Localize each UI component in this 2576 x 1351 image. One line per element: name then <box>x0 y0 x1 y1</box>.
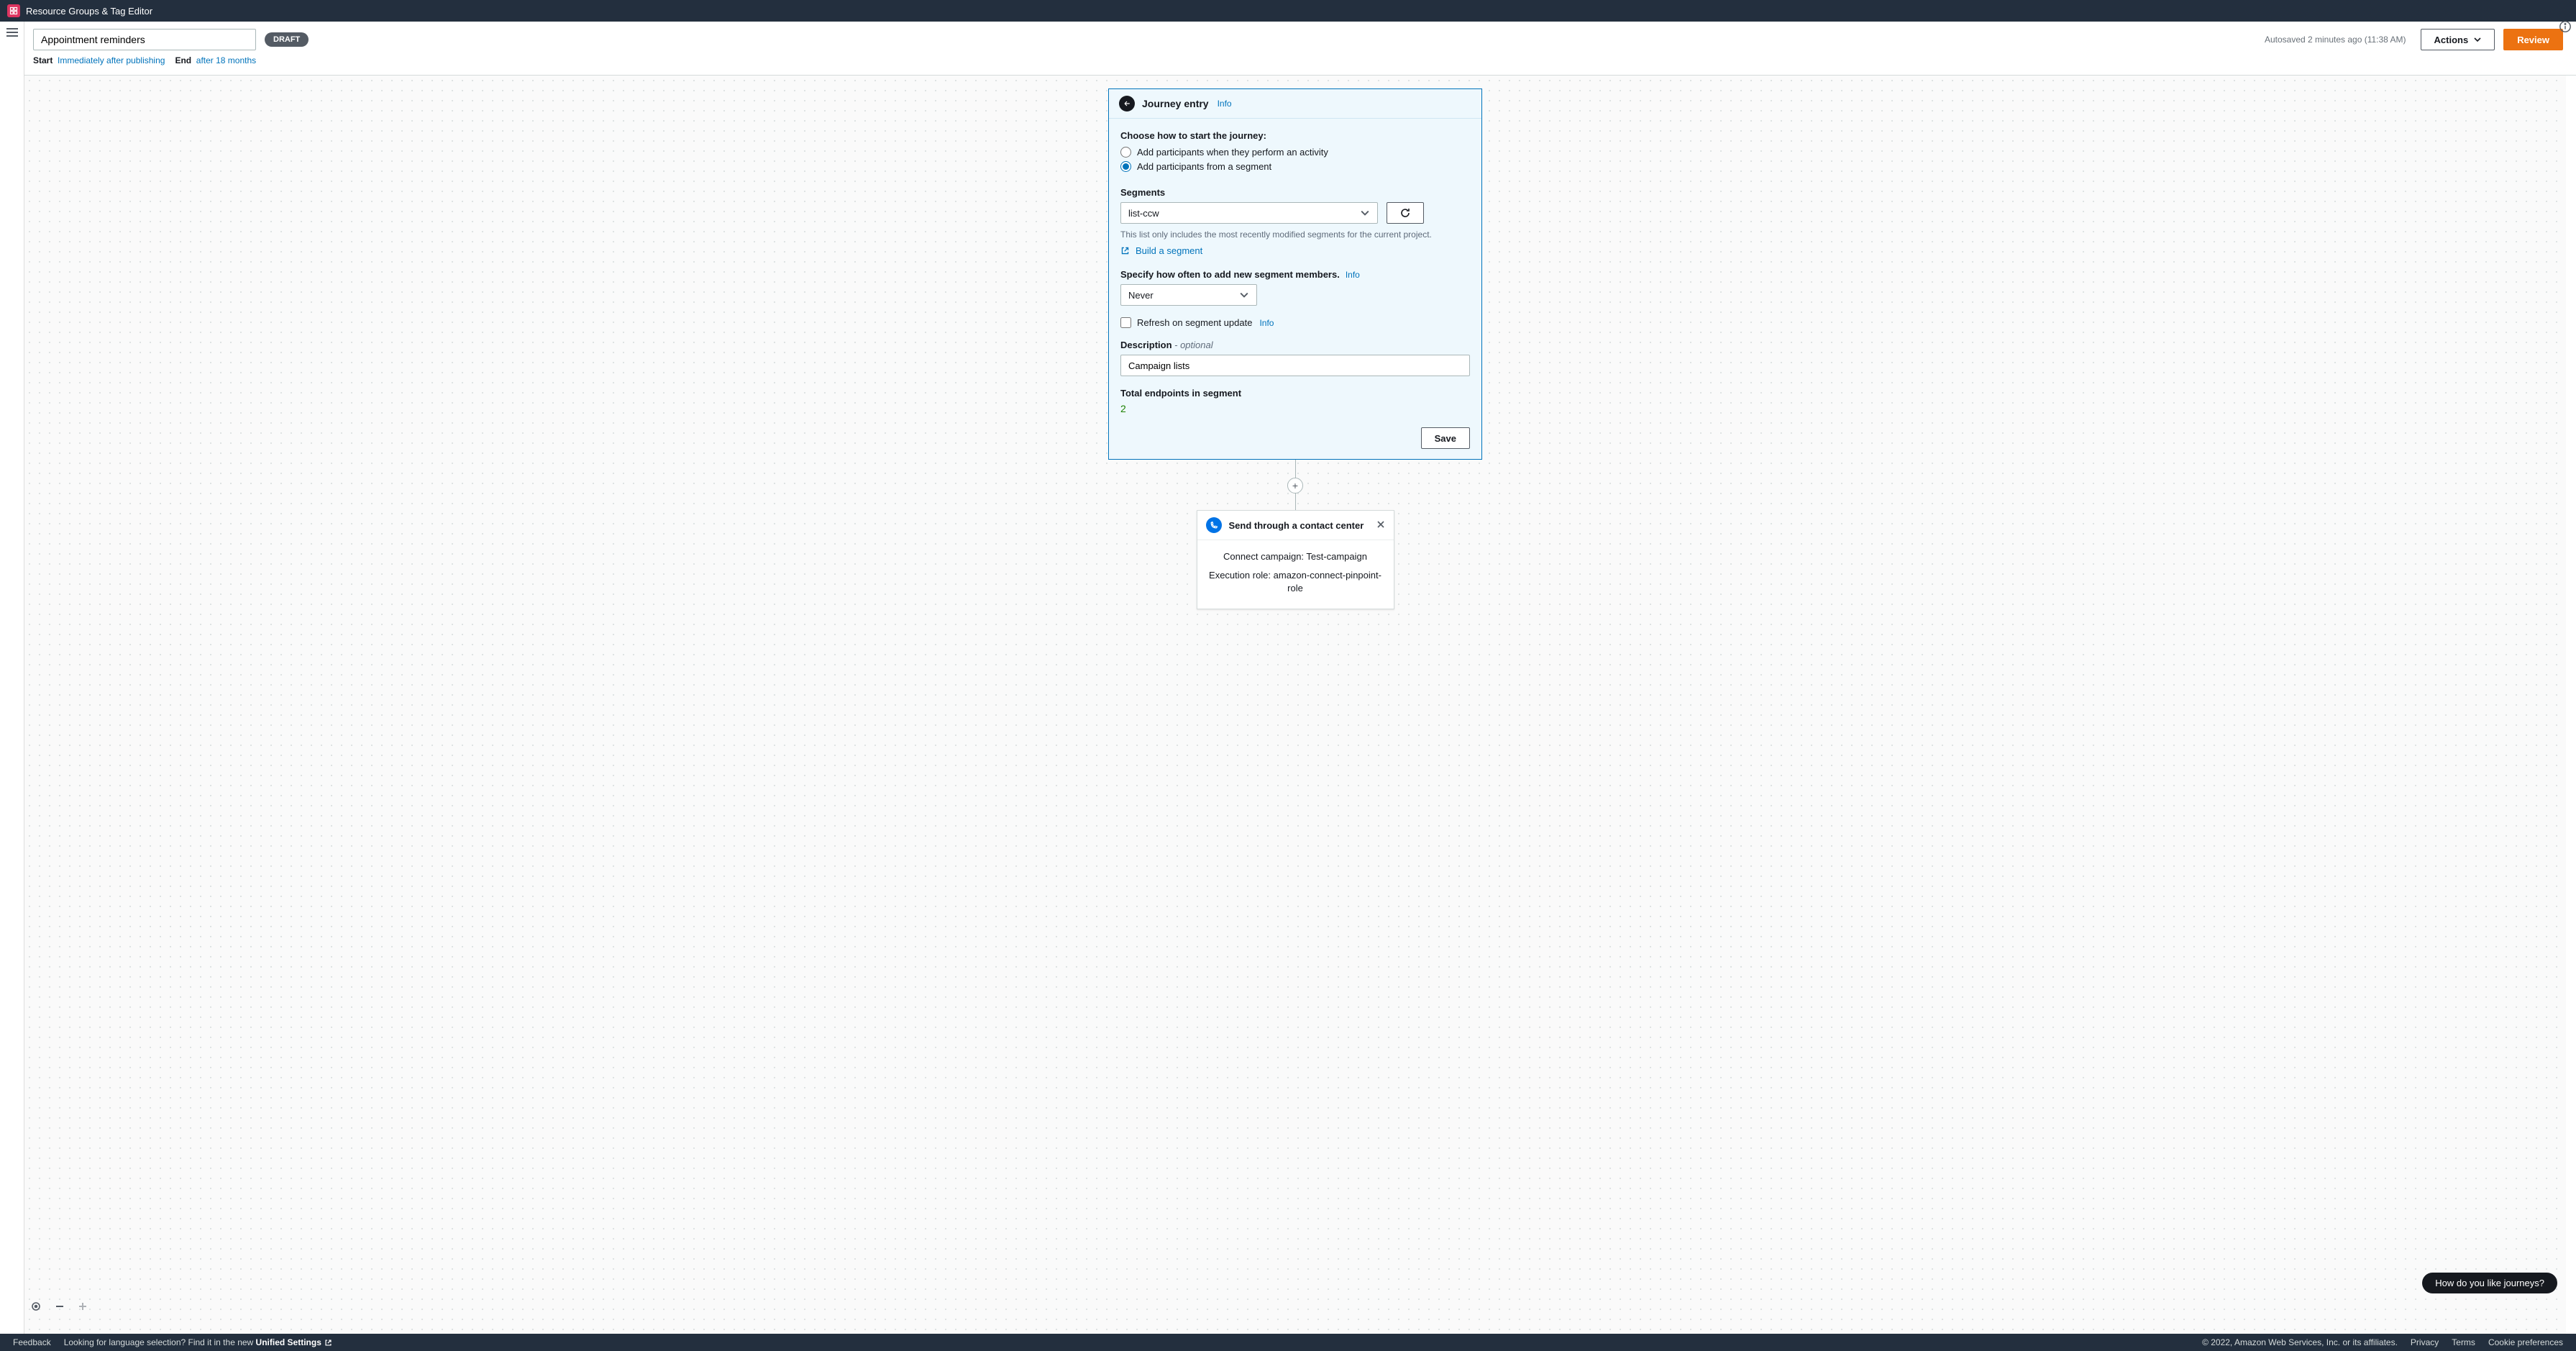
external-link-icon <box>324 1339 332 1347</box>
add-frequency-info-link[interactable]: Info <box>1346 270 1360 280</box>
add-activity-button[interactable]: + <box>1287 478 1303 493</box>
add-frequency-label: Specify how often to add new segment mem… <box>1120 269 1340 280</box>
description-input[interactable] <box>1120 355 1470 376</box>
journey-canvas[interactable]: Journey entry Info Choose how to start t… <box>24 76 2566 1334</box>
menu-toggle-icon[interactable] <box>6 28 18 37</box>
build-segment-label: Build a segment <box>1136 245 1202 256</box>
unified-settings-link[interactable]: Unified Settings <box>256 1337 332 1347</box>
contact-center-title: Send through a contact center <box>1229 520 1369 531</box>
segments-label: Segments <box>1120 187 1470 198</box>
journey-entry-info-link[interactable]: Info <box>1218 99 1232 109</box>
start-label: Start <box>33 55 52 65</box>
left-rail <box>0 22 24 1334</box>
add-frequency-select[interactable]: Never <box>1120 284 1257 306</box>
segment-select-value: list-ccw <box>1128 208 1159 219</box>
segment-list-hint: This list only includes the most recentl… <box>1120 229 1470 240</box>
refresh-info-link[interactable]: Info <box>1259 318 1274 328</box>
radio-segment-label: Add participants from a segment <box>1137 161 1271 172</box>
build-segment-link[interactable]: Build a segment <box>1120 245 1202 256</box>
journey-entry-card: Journey entry Info Choose how to start t… <box>1108 88 1482 460</box>
refresh-icon <box>1399 207 1411 219</box>
external-link-icon <box>1120 246 1130 255</box>
caret-down-icon <box>1236 287 1252 303</box>
zoom-in-icon[interactable] <box>78 1301 88 1311</box>
contact-center-icon <box>1206 517 1222 533</box>
refresh-on-update-checkbox[interactable]: Refresh on segment update Info <box>1120 317 1470 328</box>
connector-line <box>1295 493 1296 510</box>
service-icon <box>7 4 20 17</box>
radio-activity[interactable]: Add participants when they perform an ac… <box>1120 147 1470 158</box>
refresh-on-update-label: Refresh on segment update <box>1137 317 1252 328</box>
autosave-status: Autosaved 2 minutes ago (11:38 AM) <box>2265 35 2406 45</box>
caret-down-icon <box>2474 36 2481 43</box>
total-endpoints-label: Total endpoints in segment <box>1120 388 1470 399</box>
footer-cookies-link[interactable]: Cookie preferences <box>2488 1337 2563 1347</box>
draft-badge: DRAFT <box>265 32 309 47</box>
actions-label: Actions <box>2434 35 2469 45</box>
save-button[interactable]: Save <box>1421 427 1470 449</box>
segment-select[interactable]: list-ccw <box>1120 202 1378 224</box>
journey-entry-title: Journey entry <box>1142 98 1209 109</box>
console-footer: Feedback Looking for language selection?… <box>0 1334 2576 1351</box>
radio-activity-label: Add participants when they perform an ac… <box>1137 147 1328 158</box>
journey-subheader: Start Immediately after publishing End a… <box>24 51 2576 76</box>
description-label: Description - optional <box>1120 340 1470 350</box>
radio-segment[interactable]: Add participants from a segment <box>1120 161 1470 172</box>
footer-lang-prompt: Looking for language selection? Find it … <box>64 1337 332 1347</box>
header-info-icon[interactable] <box>2559 20 2572 35</box>
service-bar: Resource Groups & Tag Editor <box>0 0 2576 22</box>
caret-down-icon <box>1357 205 1373 221</box>
service-title: Resource Groups & Tag Editor <box>26 6 152 17</box>
end-label: End <box>175 55 191 65</box>
journey-entry-icon <box>1119 96 1135 112</box>
actions-button[interactable]: Actions <box>2421 29 2495 50</box>
refresh-segments-button[interactable] <box>1387 202 1424 224</box>
contact-center-role: Execution role: amazon-connect-pinpoint-… <box>1209 569 1382 595</box>
start-value-link[interactable]: Immediately after publishing <box>58 55 165 65</box>
connector-line <box>1295 460 1296 478</box>
recenter-icon[interactable] <box>30 1301 42 1312</box>
footer-feedback-link[interactable]: Feedback <box>13 1337 51 1347</box>
footer-copyright: © 2022, Amazon Web Services, Inc. or its… <box>2202 1337 2398 1347</box>
journey-entry-header: Journey entry Info <box>1109 89 1481 119</box>
contact-center-card: Send through a contact center Connect ca… <box>1197 510 1394 609</box>
review-button[interactable]: Review <box>2503 29 2563 50</box>
footer-privacy-link[interactable]: Privacy <box>2411 1337 2439 1347</box>
journey-header: DRAFT Autosaved 2 minutes ago (11:38 AM)… <box>24 22 2576 51</box>
total-endpoints-value: 2 <box>1120 403 1470 414</box>
add-frequency-value: Never <box>1128 290 1154 301</box>
choose-start-label: Choose how to start the journey: <box>1120 130 1470 141</box>
zoom-out-icon[interactable] <box>55 1301 65 1311</box>
journeys-feedback-pill[interactable]: How do you like journeys? <box>2422 1273 2557 1293</box>
footer-terms-link[interactable]: Terms <box>2452 1337 2475 1347</box>
close-icon[interactable] <box>1376 520 1385 531</box>
end-value-link[interactable]: after 18 months <box>196 55 256 65</box>
zoom-controls <box>30 1301 88 1312</box>
journey-name-input[interactable] <box>33 29 256 50</box>
contact-center-campaign: Connect campaign: Test-campaign <box>1209 550 1382 563</box>
